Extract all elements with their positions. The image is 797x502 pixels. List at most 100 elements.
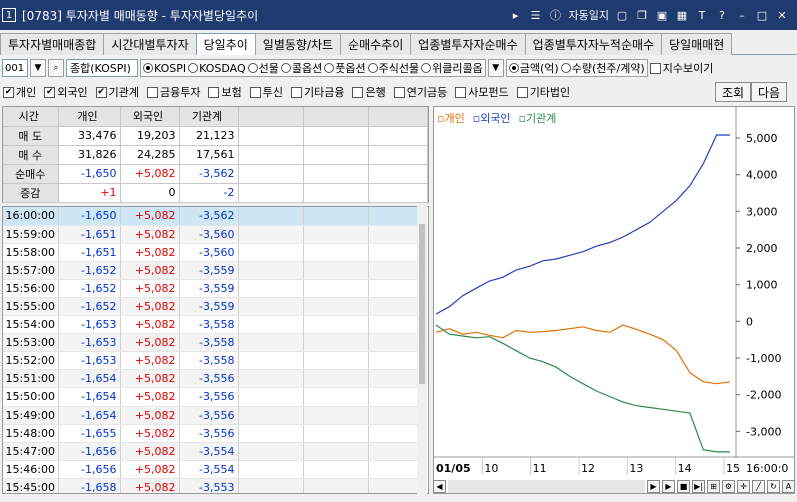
investor-checkbox-2[interactable]: ✔ 기관계 [95, 84, 139, 100]
empty-cell [368, 279, 418, 298]
investor-checkbox-6[interactable]: 기타금융 [290, 84, 344, 100]
market-radio-0[interactable]: KOSPI [143, 62, 186, 75]
tab-3[interactable]: 일별동향/차트 [254, 33, 342, 55]
value-cell: -3,558 [179, 351, 239, 371]
maximize-icon[interactable]: □ [755, 8, 769, 22]
table-row[interactable]: 15:45:00 -1,658 +5,082 -3,553 [3, 478, 418, 493]
table-row[interactable]: 15:58:00 -1,651 +5,082 -3,560 [3, 243, 418, 262]
tab-4[interactable]: 순매수추이 [340, 33, 412, 55]
table-row[interactable]: 15:57:00 -1,652 +5,082 -3,559 [3, 261, 418, 280]
table-row[interactable]: 15:56:00 -1,652 +5,082 -3,559 [3, 279, 418, 298]
code-dropdown-icon[interactable]: ▼ [30, 59, 46, 77]
investor-checkbox-8[interactable]: 연기금등 [393, 84, 447, 100]
market-radio-6[interactable]: 위클리콜옵 [421, 60, 483, 76]
investor-checkbox-0[interactable]: ✔ 개인 [3, 84, 36, 100]
line-tool-icon[interactable]: ╱ [752, 479, 765, 493]
query-button[interactable]: 조회 [715, 82, 752, 102]
time-cell: 15:52:00 [3, 351, 59, 371]
text-tool-icon[interactable]: A [782, 479, 795, 493]
scroll-left-icon[interactable]: ◀ [433, 479, 446, 493]
chart-scroll-track[interactable] [448, 479, 645, 493]
tab-1[interactable]: 시간대별투자자 [103, 33, 197, 55]
settings-icon[interactable]: ⚙ [722, 479, 735, 493]
radio-icon [188, 63, 199, 73]
index-show-checkbox[interactable]: 지수보이기 [649, 60, 713, 76]
y-tick-label: 3,000 [746, 205, 778, 218]
investor-checkbox-7[interactable]: 은행 [352, 84, 386, 100]
info-icon[interactable]: ⓘ [549, 8, 563, 22]
investor-checkbox-10[interactable]: 기타법인 [516, 84, 570, 100]
scrollbar-thumb[interactable] [419, 224, 425, 384]
summary-table: 시간 개인 외국인 기관계 매 도 33,476 19,203 21,123 매 수 31,826… [2, 106, 429, 203]
investor-checkbox-3[interactable]: 금융투자 [147, 84, 200, 100]
next-button[interactable]: 다음 [751, 82, 788, 102]
x-tick-label: 14 [678, 462, 692, 475]
auto-journal-button[interactable]: 자동일지 [569, 7, 609, 23]
table-row[interactable]: 15:59:00 -1,651 +5,082 -3,560 [3, 225, 418, 244]
zoom-icon[interactable]: ⊞ [707, 479, 720, 493]
table-row[interactable]: 16:00:00 -1,650 +5,082 -3,562 [3, 207, 418, 226]
search-icon[interactable]: ⌕ [48, 59, 64, 77]
grid-scrollbar[interactable] [417, 206, 427, 494]
table-row[interactable]: 15:52:00 -1,653 +5,082 -3,558 [3, 351, 418, 371]
table-row[interactable]: 15:47:00 -1,656 +5,082 -3,554 [3, 442, 418, 461]
window-icon[interactable]: ▢ [615, 8, 629, 22]
minimize-icon[interactable]: – [735, 8, 749, 22]
table-row[interactable]: 15:46:00 -1,656 +5,082 -3,554 [3, 460, 418, 479]
table-row[interactable]: 15:53:00 -1,653 +5,082 -3,558 [3, 333, 418, 353]
tab-2[interactable]: 당일추이 [195, 33, 256, 55]
pin-icon[interactable]: ▸ [509, 8, 523, 22]
table-row[interactable]: 15:55:00 -1,652 +5,082 -3,559 [3, 297, 418, 317]
close-icon[interactable]: ✕ [775, 8, 789, 22]
investor-checkbox-1[interactable]: ✔ 외국인 [44, 84, 88, 100]
play-icon[interactable]: ▶ [662, 479, 675, 493]
market-radio-label: 콜옵션 [291, 62, 323, 75]
grid-icon[interactable]: ▦ [675, 8, 689, 22]
value-cell: -3,554 [179, 460, 239, 479]
value-cell: -3,558 [179, 315, 239, 335]
empty-cell [368, 406, 418, 425]
table-row[interactable]: 15:48:00 -1,655 +5,082 -3,556 [3, 424, 418, 443]
investor-checkbox-4[interactable]: 보험 [208, 84, 242, 100]
next-icon[interactable]: ▶| [692, 479, 705, 493]
unit-radio-0[interactable]: 금액(억) [508, 60, 559, 76]
time-cell: 15:45:00 [3, 478, 59, 493]
market-radio-1[interactable]: KOSDAQ [188, 62, 246, 75]
code-input[interactable]: 001 [2, 59, 28, 77]
tab-7[interactable]: 당일매매현 [661, 33, 733, 55]
copy-icon[interactable]: ❐ [635, 8, 649, 22]
table-row[interactable]: 15:54:00 -1,653 +5,082 -3,558 [3, 315, 418, 335]
empty-cell [368, 424, 418, 443]
stop-icon[interactable]: ■ [677, 479, 690, 493]
market-radio-5[interactable]: 주식선물 [367, 60, 419, 76]
tab-6[interactable]: 업종별투자자누적순매수 [524, 33, 663, 55]
tab-5[interactable]: 업종별투자자순매수 [410, 33, 526, 55]
market-radio-2[interactable]: 선물 [247, 60, 279, 76]
legend-label: 기관계 [526, 112, 557, 125]
save-icon[interactable]: ▣ [655, 8, 669, 22]
unit-radio-1[interactable]: 수량(천주/계약) [560, 60, 645, 76]
investor-checkbox-5[interactable]: 투신 [249, 84, 283, 100]
menu-icon[interactable]: ☰ [529, 8, 543, 22]
tab-0[interactable]: 투자자별매매종합 [0, 33, 105, 55]
crosshair-icon[interactable]: ✛ [737, 479, 750, 493]
value-cell: -1,658 [58, 478, 121, 493]
table-row[interactable]: 15:50:00 -1,654 +5,082 -3,556 [3, 387, 418, 407]
legend-marker-icon: ▫ [518, 112, 527, 125]
value-cell: -3,559 [179, 297, 239, 317]
market-radio-4[interactable]: 풋옵션 [324, 60, 366, 76]
value-cell: -1,655 [58, 424, 121, 443]
market-radio-3[interactable]: 콜옵션 [280, 60, 323, 76]
empty-cell [238, 183, 304, 203]
investor-checkbox-9[interactable]: 사모펀드 [455, 84, 509, 100]
table-row[interactable]: 15:51:00 -1,654 +5,082 -3,556 [3, 369, 418, 389]
help-icon[interactable]: ? [715, 8, 729, 22]
table-row[interactable]: 15:49:00 -1,654 +5,082 -3,556 [3, 406, 418, 425]
scroll-right-icon[interactable]: ▶ [647, 479, 660, 493]
refresh-icon[interactable]: ↻ [767, 479, 780, 493]
empty-cell [238, 315, 304, 335]
column-header: 외국인 [120, 107, 180, 127]
font-icon[interactable]: T [695, 8, 709, 22]
timeseries-grid[interactable]: 16:00:00 -1,650 +5,082 -3,562 15:59:00 -1,651… [2, 206, 429, 494]
market-dropdown-icon[interactable]: ▼ [487, 59, 504, 77]
